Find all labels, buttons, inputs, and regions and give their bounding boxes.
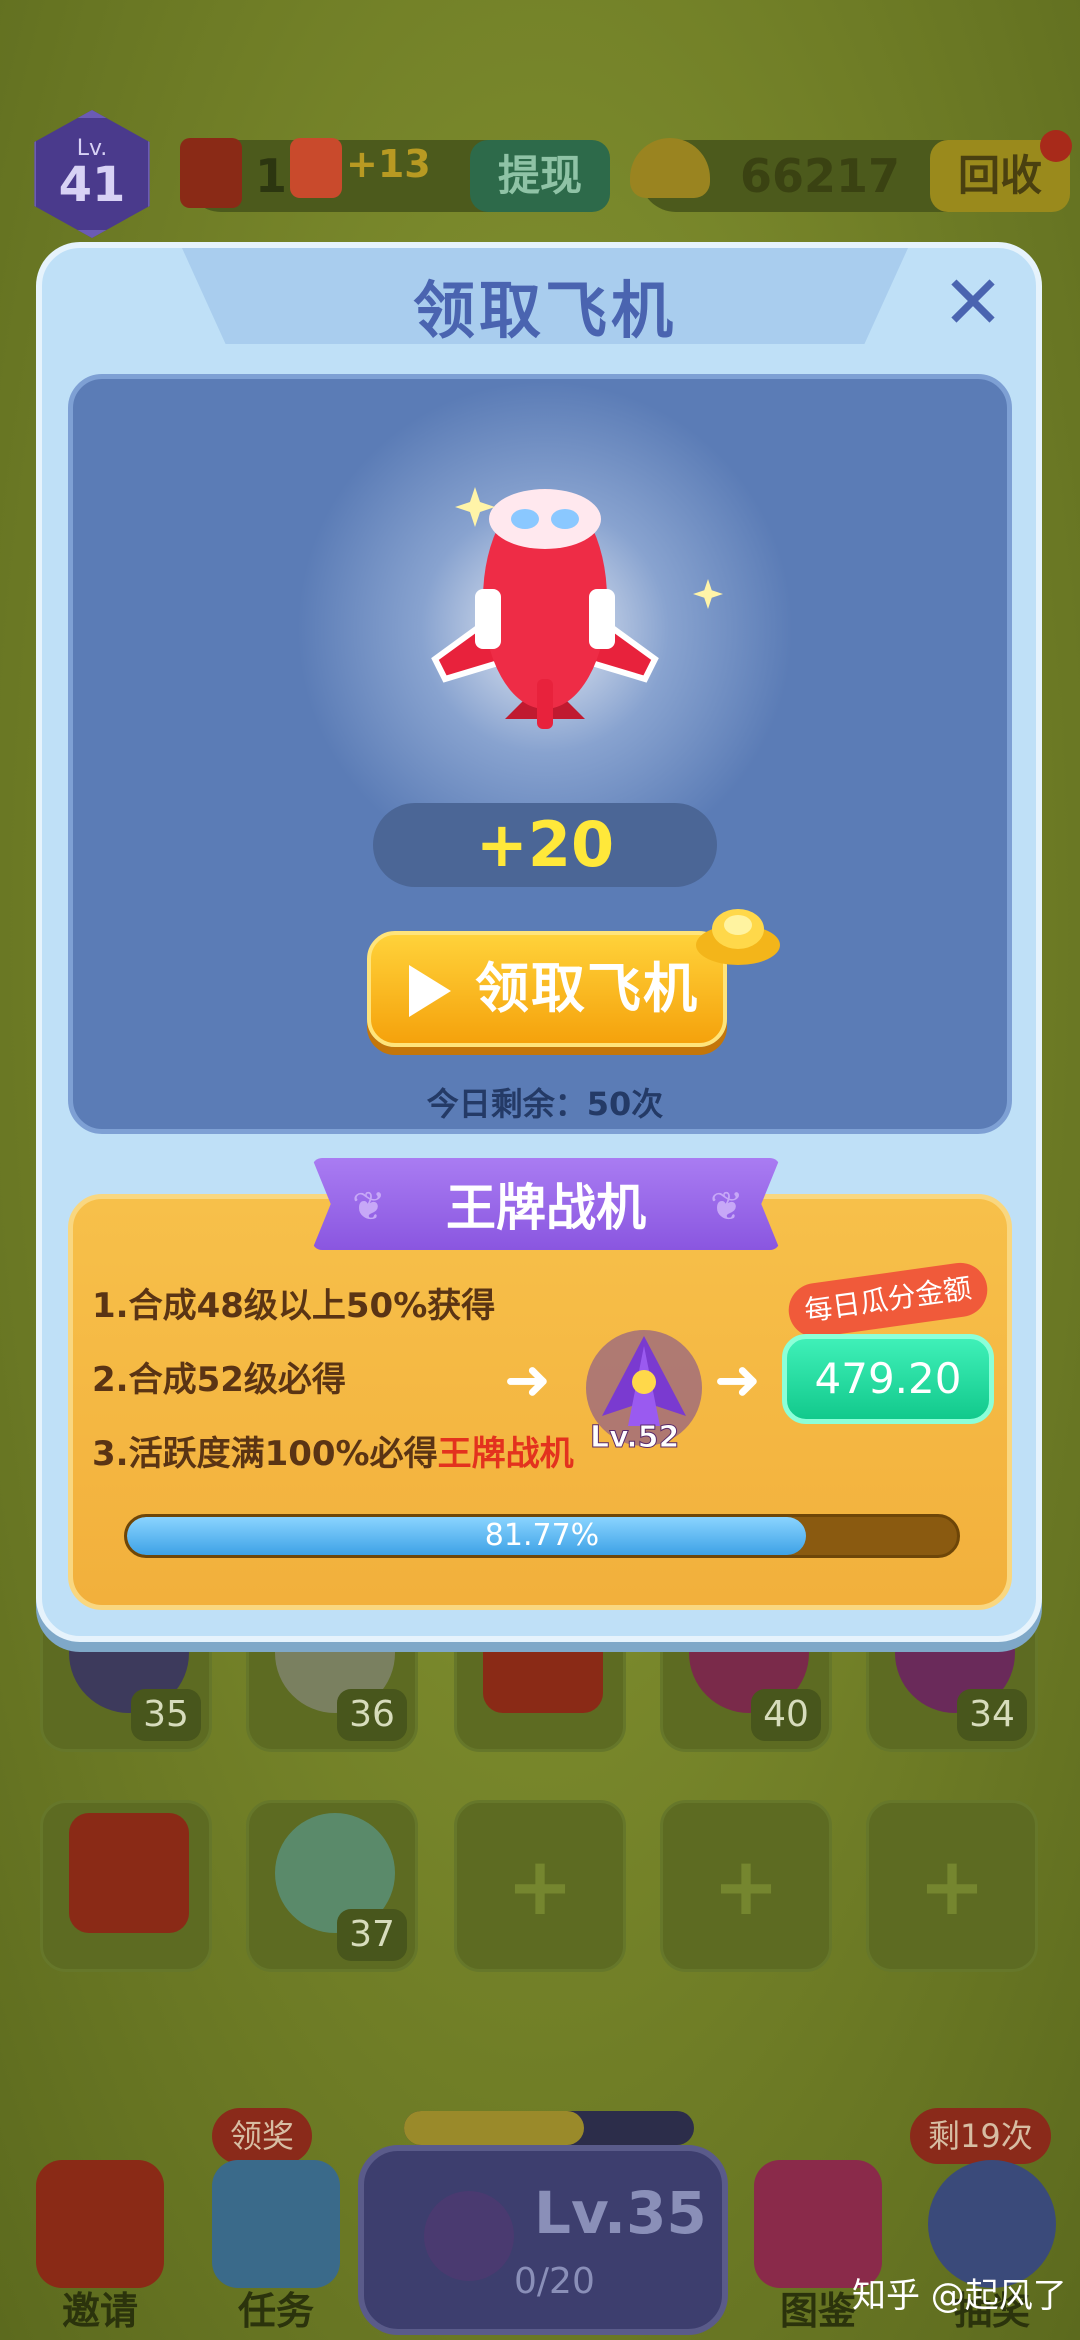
red-envelope-icon (180, 138, 242, 208)
claim-button-label: 领取飞机 (475, 957, 699, 1020)
rule-3: 3.活跃度满100%必得王牌战机 (92, 1426, 574, 1475)
grid-slot-empty[interactable]: + (660, 1800, 832, 1972)
slot-level: 40 (751, 1689, 821, 1741)
rule-2: 2.合成52级必得 (92, 1360, 346, 1400)
clipboard-icon (212, 2160, 340, 2288)
tasks-button[interactable]: 任务 (196, 2160, 356, 2333)
watermark: 知乎 @起风了 (852, 2276, 1067, 2316)
slot-level: 36 (337, 1689, 407, 1741)
red-envelope-icon (69, 1813, 189, 1933)
lottery-bubble: 剩19次 (910, 2108, 1051, 2164)
tasks-bubble: 领奖 (212, 2108, 313, 2164)
remaining-count: 今日剩余：50次 (426, 1085, 664, 1123)
grid-slot-empty[interactable]: + (454, 1800, 626, 1972)
gold-ingot-icon (696, 909, 780, 965)
claim-plane-button[interactable]: 领取飞机 (367, 931, 727, 1047)
player-level-badge[interactable]: Lv. 41 (34, 110, 150, 238)
red-envelope-icon (36, 2160, 164, 2288)
cash-value: 1 (255, 149, 288, 203)
laurel-icon: ❦ (710, 1184, 744, 1230)
grid-slot-empty[interactable]: + (866, 1800, 1038, 1972)
close-icon[interactable]: ✕ (938, 266, 1008, 340)
activity-progress-text: 81.77% (484, 1518, 600, 1553)
reward-area: +20 领取飞机 今日剩余：50次 (68, 374, 1012, 1134)
plane-progress: 0/20 (514, 2261, 595, 2302)
rule-1: 1.合成48级以上50%获得 (92, 1286, 496, 1326)
player-level: 41 (58, 157, 126, 213)
slot-level: 37 (337, 1909, 407, 1961)
plane-icon (424, 2191, 514, 2281)
activity-progress-bar: 81.77% (124, 1514, 960, 1558)
red-envelope-icon (290, 138, 342, 198)
play-icon (409, 965, 451, 1017)
notification-dot (1040, 130, 1072, 162)
laurel-icon: ❦ (352, 1184, 386, 1230)
slot-level: 34 (957, 1689, 1027, 1741)
red-plane-icon (431, 489, 659, 729)
claim-plane-dialog: 领取飞机 ✕ +20 领取飞机 今日剩余：50次 王牌战机 ❦ ❦ 1.合成48… (36, 242, 1042, 1642)
grid-slot[interactable] (40, 1800, 212, 1972)
rule-3-text: 3.活跃度满100%必得 (92, 1434, 438, 1474)
plane-level-panel[interactable]: Lv.35 0/20 (358, 2111, 728, 2335)
plus-icon: + (918, 1840, 986, 1933)
arrow-right-icon: ➜ (504, 1348, 551, 1413)
sparkle-icon (455, 487, 495, 527)
tasks-label: 任务 (237, 2289, 314, 2333)
invite-label: 邀请 (61, 2289, 138, 2333)
top-bar: Lv. 41 12 +13 提现 66217 回收 (0, 110, 1080, 240)
grid-slot[interactable]: 37 (246, 1800, 418, 1972)
reward-amount: +20 (373, 803, 717, 887)
plus-icon: + (712, 1840, 780, 1933)
slot-level: 35 (131, 1689, 201, 1741)
arrow-right-icon: ➜ (714, 1348, 761, 1413)
rule-3-highlight: 王牌战机 (437, 1434, 574, 1474)
plus-icon: + (506, 1840, 574, 1933)
dialog-title: 领取飞机 (412, 274, 677, 347)
invite-button[interactable]: 邀请 (20, 2160, 180, 2333)
level-progress-fill (404, 2111, 584, 2145)
daily-share-amount: 479.20 (782, 1334, 994, 1424)
withdraw-button[interactable]: 提现 (470, 140, 610, 212)
cash-plus-badge: +13 (290, 138, 440, 198)
gold-value: 66217 (740, 149, 901, 203)
plane-level: Lv.35 (534, 2179, 707, 2247)
plus-amount: +13 (346, 142, 431, 186)
level-progress-bar (404, 2111, 694, 2145)
ace-plane-level: Lv.52 (589, 1420, 680, 1456)
sparkle-icon (693, 579, 723, 609)
